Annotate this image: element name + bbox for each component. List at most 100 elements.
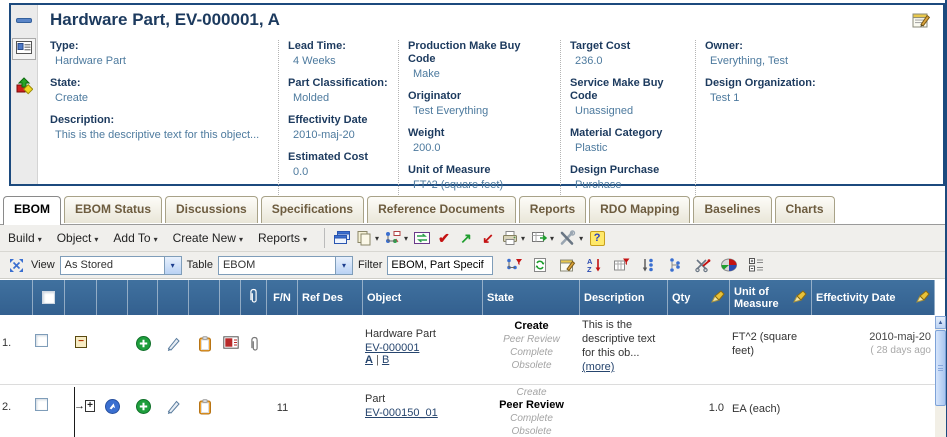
table-row: 1. − Hardware Part EV-000001 A | <box>0 315 935 385</box>
row-checkbox[interactable] <box>35 334 48 347</box>
image-action[interactable] <box>220 315 241 384</box>
view-select[interactable]: As Stored ▾ <box>60 256 182 275</box>
menu-add-to[interactable]: Add To▾ <box>113 231 157 245</box>
tree-levels-icon[interactable] <box>665 255 685 275</box>
edit-column-icon[interactable] <box>711 290 725 306</box>
tree-connector-line <box>74 387 75 437</box>
filter-input[interactable] <box>387 256 493 275</box>
add-action[interactable] <box>128 385 158 437</box>
print-icon[interactable] <box>499 227 521 249</box>
object-link[interactable]: EV-000001 <box>365 342 419 354</box>
refresh-icon[interactable] <box>530 255 550 275</box>
paperclip-icon <box>249 288 258 307</box>
menu-reports[interactable]: Reports▾ <box>258 231 307 245</box>
col-description: Description <box>580 280 668 315</box>
edit-action[interactable] <box>158 385 189 437</box>
tools-icon[interactable] <box>557 227 579 249</box>
approve-check-icon[interactable]: ✔ <box>433 227 455 249</box>
compare-structures-icon[interactable] <box>411 227 433 249</box>
field-value: FT^2 (square feet) <box>408 179 550 192</box>
sort-az-icon[interactable]: AZ <box>584 255 604 275</box>
revision-b-link[interactable]: B <box>382 354 389 366</box>
chevron-down-icon: ▾ <box>239 235 243 244</box>
expand-node[interactable]: →+ <box>65 385 97 437</box>
collapse-header-button[interactable] <box>16 18 32 23</box>
tab-discussions[interactable]: Discussions <box>165 196 258 223</box>
menu-build[interactable]: Build▾ <box>8 231 42 245</box>
chevron-down-icon[interactable]: ▾ <box>375 234 379 243</box>
chevron-down-icon[interactable]: ▾ <box>521 234 525 243</box>
expand-levels-down-icon[interactable] <box>638 255 658 275</box>
col-actions-2 <box>128 280 158 315</box>
scrollbar-thumb[interactable] <box>935 330 946 406</box>
clipboard-action[interactable] <box>189 385 220 437</box>
navigate-action[interactable] <box>97 385 128 437</box>
structure-navigate-icon[interactable] <box>382 227 404 249</box>
tab-ebom-status[interactable]: EBOM Status <box>64 196 162 223</box>
copy-icon[interactable] <box>353 227 375 249</box>
scroll-up-button[interactable]: ▲ <box>935 316 946 329</box>
collapse-node-icon[interactable]: − <box>75 336 87 348</box>
tab-specifications[interactable]: Specifications <box>261 196 364 223</box>
edit-column-icon[interactable] <box>916 290 930 306</box>
tab-baselines[interactable]: Baselines <box>693 196 771 223</box>
menu-object[interactable]: Object▾ <box>57 231 99 245</box>
cut-structure-icon[interactable] <box>692 255 712 275</box>
paperclip-icon <box>250 336 259 384</box>
promote-icon[interactable]: ↗ <box>455 227 477 249</box>
expand-collapse-all-icon[interactable] <box>746 255 766 275</box>
object-type: Hardware Part <box>365 327 481 342</box>
tab-bar: EBOM EBOM Status Discussions Specificati… <box>3 196 835 223</box>
tab-reports[interactable]: Reports <box>519 196 586 223</box>
chevron-down-icon[interactable]: ▾ <box>579 234 583 243</box>
filter-structure-icon[interactable] <box>503 255 523 275</box>
object-link[interactable]: EV-000150_01 <box>365 407 438 419</box>
object-cell: Hardware Part EV-000001 A | B <box>363 315 483 384</box>
field-label: Lead Time: <box>288 40 388 53</box>
col-state: State <box>483 280 580 315</box>
clipboard-icon <box>198 336 212 384</box>
table-select-value: EBOM <box>219 257 335 274</box>
properties-view-button[interactable] <box>12 38 36 60</box>
uom-value: FT^2 (square feet) <box>730 315 812 384</box>
chart-icon[interactable] <box>719 255 739 275</box>
vertical-scrollbar[interactable]: ▲ <box>935 316 946 437</box>
field-value: Test 1 <box>705 92 921 105</box>
attachments-action[interactable] <box>241 315 267 384</box>
table-body: 1. − Hardware Part EV-000001 A | <box>0 315 935 437</box>
edit-column-icon[interactable] <box>793 290 807 306</box>
add-action[interactable] <box>128 315 158 384</box>
demote-icon[interactable]: ↙ <box>477 227 499 249</box>
header-side-rail <box>11 5 38 184</box>
more-link[interactable]: (more) <box>582 361 614 373</box>
export-table-icon[interactable] <box>528 227 550 249</box>
tab-charts[interactable]: Charts <box>775 196 835 223</box>
scrollbar-grip <box>938 365 943 371</box>
field-label: Type: <box>50 40 268 53</box>
chevron-down-icon: ▾ <box>164 257 181 274</box>
col-uom: Unit of Measure <box>730 280 812 315</box>
edit-details-button[interactable] <box>911 10 931 32</box>
fn-value <box>267 315 298 384</box>
current-state: Peer Review <box>485 399 578 412</box>
clipboard-action[interactable] <box>189 315 220 384</box>
edit-table-icon[interactable] <box>557 255 577 275</box>
chevron-down-icon[interactable]: ▾ <box>550 234 554 243</box>
row-checkbox[interactable] <box>35 398 48 411</box>
chevron-down-icon[interactable]: ▾ <box>404 234 408 243</box>
tab-reference-documents[interactable]: Reference Documents <box>367 196 516 223</box>
chevron-down-icon: ▾ <box>303 235 307 244</box>
select-all-checkbox[interactable] <box>42 291 55 304</box>
qty-value <box>668 315 730 384</box>
tab-ebom[interactable]: EBOM <box>3 196 61 225</box>
fn-value: 11 <box>267 385 298 437</box>
maximize-view-icon[interactable] <box>6 255 26 275</box>
menu-create-new[interactable]: Create New▾ <box>173 231 243 245</box>
edit-action[interactable] <box>158 315 189 384</box>
revision-a-link[interactable]: A <box>365 354 373 366</box>
tab-rdo-mapping[interactable]: RDO Mapping <box>589 196 690 223</box>
filter-table-icon[interactable] <box>611 255 631 275</box>
table-select[interactable]: EBOM ▾ <box>218 256 353 275</box>
help-button[interactable]: ? <box>586 227 608 249</box>
cascade-windows-icon[interactable] <box>331 227 353 249</box>
